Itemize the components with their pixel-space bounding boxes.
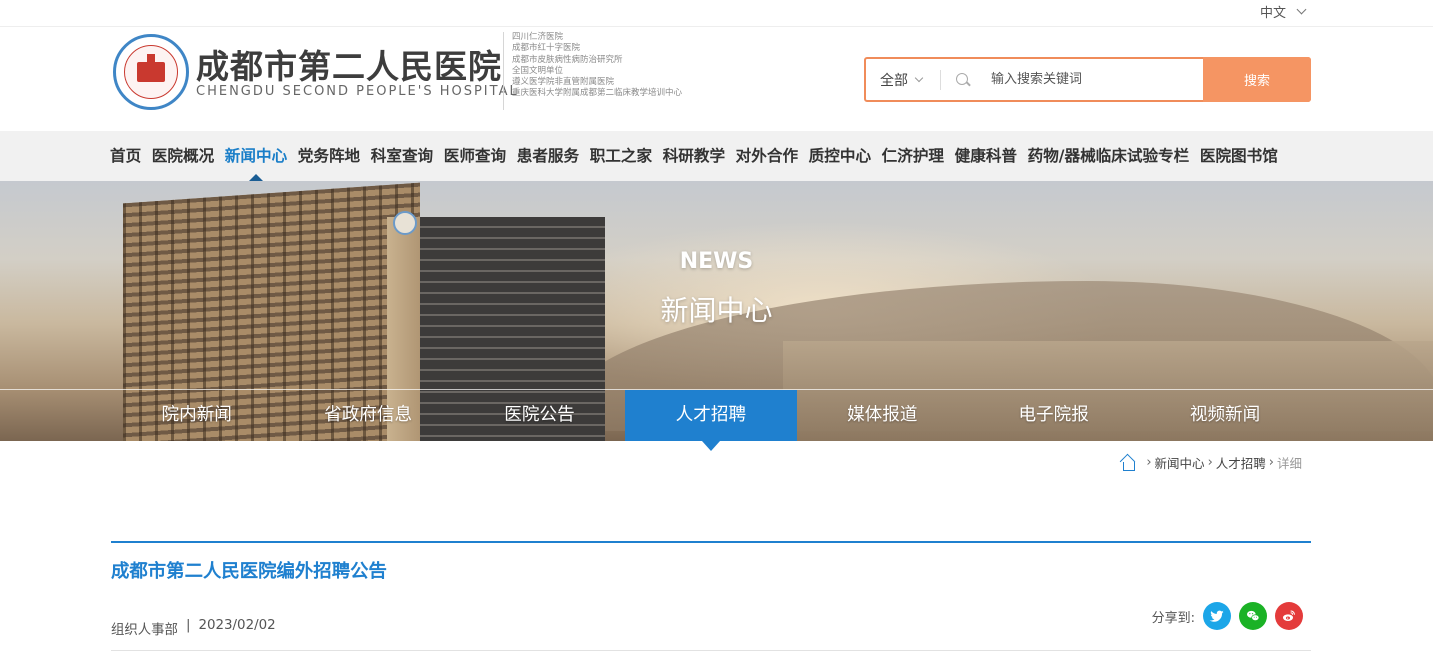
nav-item-patient-services[interactable]: 患者服务: [517, 131, 579, 181]
nav-item-party-affairs[interactable]: 党务阵地: [298, 131, 360, 181]
article-date: 2023/02/02: [198, 618, 276, 633]
banner-title-english: NEWS: [679, 249, 754, 274]
top-bar: 中文: [0, 0, 1433, 27]
twitter-icon[interactable]: [1203, 602, 1231, 630]
nav-item-clinical-trials[interactable]: 药物/器械临床试验专栏: [1028, 131, 1190, 181]
chevron-down-icon: [914, 73, 924, 82]
article-meta-divider: [111, 650, 1311, 651]
nav-item-external-cooperation[interactable]: 对外合作: [736, 131, 798, 181]
subnav-item-e-newspaper[interactable]: 电子院报: [968, 390, 1139, 441]
nav-item-doctor-search[interactable]: 医师查询: [444, 131, 506, 181]
nav-item-library[interactable]: 医院图书馆: [1200, 131, 1278, 181]
affiliation-line: 重庆医科大学附属成都第二临床教学培训中心: [512, 88, 683, 99]
news-sub-nav: 院内新闻 省政府信息 医院公告 人才招聘 媒体报道 电子院报 视频新闻: [111, 390, 1311, 451]
subnav-item-internal-news[interactable]: 院内新闻: [111, 390, 282, 441]
breadcrumb-news-center[interactable]: 新闻中心: [1155, 453, 1205, 472]
chevron-right-icon: ›: [1146, 455, 1152, 470]
chevron-down-icon: [1296, 4, 1307, 14]
logo-english-name: CHENGDU SECOND PEOPLE'S HOSPITAL: [196, 84, 519, 99]
nav-item-renji-nursing[interactable]: 仁济护理: [882, 131, 944, 181]
affiliation-line: 全国文明单位: [512, 65, 564, 76]
nav-item-hospital-overview[interactable]: 医院概况: [152, 131, 214, 181]
chevron-right-icon: ›: [1268, 455, 1274, 470]
logo-affiliations: 四川仁济医院 成都市红十字医院 成都市皮肤病性病防治研究所 全国文明单位 遵义医…: [512, 32, 682, 100]
affiliation-line: 遵义医学院非直管附属医院: [512, 77, 615, 88]
banner-title-chinese: 新闻中心: [660, 294, 773, 327]
home-icon[interactable]: [1119, 455, 1137, 471]
nav-item-department-search[interactable]: 科室查询: [371, 131, 433, 181]
logo-title[interactable]: 成都市第二人民医院: [196, 40, 502, 88]
article-department: 组织人事部: [111, 623, 178, 638]
search-input[interactable]: [981, 59, 1203, 100]
subnav-item-media-reports[interactable]: 媒体报道: [797, 390, 968, 441]
wechat-icon[interactable]: [1239, 602, 1267, 630]
search-button[interactable]: 搜索: [1203, 57, 1311, 102]
subnav-item-government-info[interactable]: 省政府信息: [282, 390, 453, 441]
nav-item-news-center[interactable]: 新闻中心: [225, 131, 287, 181]
subnav-item-recruitment[interactable]: 人才招聘: [625, 390, 797, 451]
nav-item-quality-control[interactable]: 质控中心: [809, 131, 871, 181]
weibo-icon[interactable]: [1275, 602, 1303, 630]
affiliation-line: 成都市皮肤病性病防治研究所: [512, 54, 623, 65]
banner-building-seal: [393, 211, 417, 235]
subnav-item-announcements[interactable]: 医院公告: [454, 390, 625, 441]
language-label: 中文: [1259, 6, 1286, 21]
affiliation-line: 四川仁济医院: [512, 32, 564, 42]
breadcrumb: › 新闻中心 › 人才招聘 › 详细: [1119, 453, 1302, 472]
nav-item-research-teaching[interactable]: 科研教学: [663, 131, 725, 181]
share-label: 分享到:: [1151, 610, 1195, 626]
nav-item-staff-home[interactable]: 职工之家: [590, 131, 652, 181]
site-header: 成都市第二人民医院 CHENGDU SECOND PEOPLE'S HOSPIT…: [0, 28, 1433, 131]
meta-separator: |: [185, 618, 191, 633]
search-bar: 全部 搜索: [864, 57, 1311, 102]
logo-divider: [503, 32, 504, 110]
breadcrumb-current: 详细: [1276, 456, 1302, 471]
hospital-seal-logo[interactable]: [113, 34, 189, 110]
main-nav: 首页 医院概况 新闻中心 党务阵地 科室查询 医师查询 患者服务 职工之家 科研…: [0, 131, 1433, 181]
main-nav-list: 首页 医院概况 新闻中心 党务阵地 科室查询 医师查询 患者服务 职工之家 科研…: [110, 131, 1288, 181]
nav-item-health-education[interactable]: 健康科普: [955, 131, 1017, 181]
breadcrumb-recruitment[interactable]: 人才招聘: [1216, 453, 1266, 472]
search-icon: [941, 70, 981, 90]
article-title: 成都市第二人民医院编外招聘公告: [111, 561, 387, 582]
share-bar: 分享到:: [1152, 602, 1303, 630]
nav-item-home[interactable]: 首页: [110, 131, 141, 181]
article-top-rule: [111, 541, 1311, 543]
article-meta: 组织人事部 | 2023/02/02: [111, 618, 276, 638]
language-switch[interactable]: 中文: [1259, 2, 1307, 21]
search-scope-select[interactable]: 全部: [866, 70, 940, 90]
search-scope-label: 全部: [880, 72, 908, 89]
chevron-right-icon: ›: [1207, 455, 1213, 470]
affiliation-line: 成都市红十字医院: [512, 43, 581, 54]
subnav-item-video-news[interactable]: 视频新闻: [1139, 390, 1310, 441]
